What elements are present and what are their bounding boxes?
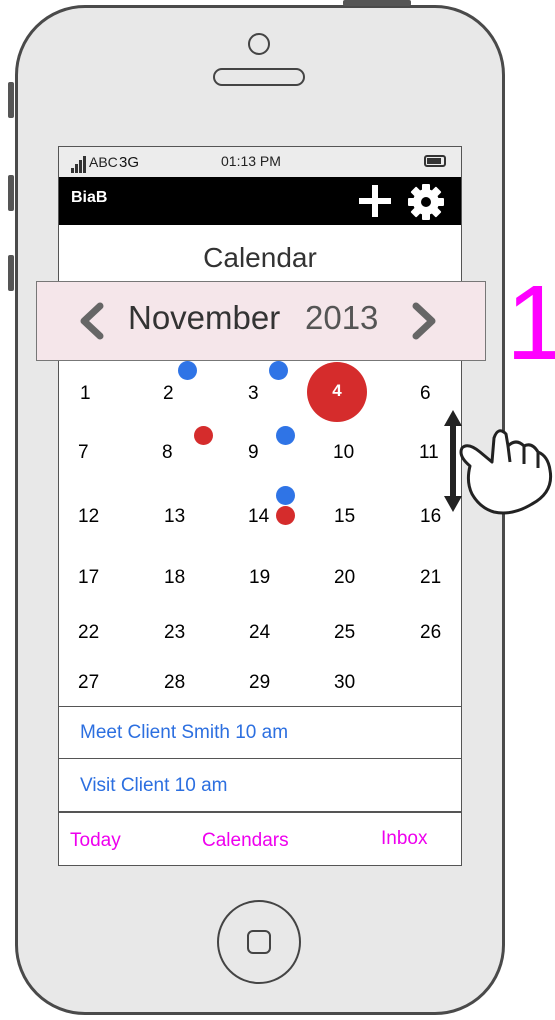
event-title: Visit Client 10 am [80, 775, 228, 796]
event-dot-blue [276, 426, 295, 445]
calendar-day[interactable]: 3 [248, 383, 259, 405]
calendar-day[interactable]: 26 [420, 622, 441, 644]
signal-bar [79, 160, 82, 173]
signal-bar [75, 164, 78, 173]
calendar-day[interactable]: 15 [334, 506, 355, 528]
status-bar: ABC 3G 01:13 PM [59, 147, 461, 177]
status-time: 01:13 PM [221, 153, 281, 169]
event-dot-blue [276, 486, 295, 505]
plus-icon[interactable] [357, 183, 393, 219]
calendar-day[interactable]: 30 [334, 672, 355, 694]
calendar-day[interactable]: 29 [249, 672, 270, 694]
calendar-day[interactable]: 25 [334, 622, 355, 644]
calendar-day[interactable]: 22 [78, 622, 99, 644]
calendar-day[interactable]: 2 [163, 383, 174, 405]
signal-bar [71, 168, 74, 173]
volume-down-button [8, 255, 14, 291]
tab-calendars[interactable]: Calendars [202, 830, 289, 852]
next-month-chevron-icon[interactable] [408, 302, 440, 340]
selected-day-number: 4 [332, 381, 342, 400]
calendar-day[interactable]: 17 [78, 567, 99, 589]
event-list-item[interactable]: Meet Client Smith 10 am [58, 706, 462, 758]
calendar-day[interactable]: 28 [164, 672, 185, 694]
tab-today[interactable]: Today [70, 830, 121, 852]
calendar-title: Calendar [203, 242, 317, 273]
network-label: 3G [119, 154, 140, 171]
event-dot-blue [269, 361, 288, 380]
calendar-day[interactable]: 7 [78, 442, 89, 464]
calendar-day[interactable]: 21 [420, 567, 441, 589]
front-camera [248, 33, 270, 55]
silent-switch [8, 82, 14, 118]
calendar-day[interactable]: 6 [420, 383, 431, 405]
calendar-day[interactable]: 24 [249, 622, 270, 644]
year-label: 2013 [305, 299, 379, 336]
calendar-day[interactable]: 27 [78, 672, 99, 694]
volume-up-button [8, 175, 14, 211]
month-label: November [128, 299, 281, 336]
home-square-icon [247, 930, 271, 954]
event-list-item[interactable]: Visit Client 10 am [58, 758, 462, 810]
calendar-day[interactable]: 23 [164, 622, 185, 644]
battery-icon [424, 155, 446, 167]
event-dot-red [194, 426, 213, 445]
calendar-day[interactable]: 12 [78, 506, 99, 528]
calendar-day[interactable]: 18 [164, 567, 185, 589]
calendar-day[interactable]: 13 [164, 506, 185, 528]
previous-month-chevron-icon[interactable] [76, 302, 108, 340]
gear-icon[interactable] [407, 183, 445, 221]
calendar-day[interactable]: 14 [248, 506, 269, 528]
calendar-day[interactable]: 1 [80, 383, 91, 405]
calendar-day[interactable]: 8 [162, 442, 173, 464]
signal-bar [83, 156, 86, 173]
power-button [343, 0, 411, 6]
event-dot-blue [178, 361, 197, 380]
carrier-label: ABC [89, 154, 118, 170]
app-title: BiaB [71, 189, 108, 206]
app-bar: BiaB [59, 177, 461, 225]
events-divider [58, 812, 462, 813]
swipe-up-down-hand-icon [444, 410, 553, 515]
event-title: Meet Client Smith 10 am [80, 722, 289, 743]
tab-inbox[interactable]: Inbox [381, 828, 427, 850]
earpiece-speaker [213, 68, 305, 86]
calendar-day[interactable]: 19 [249, 567, 270, 589]
calendar-day[interactable]: 10 [333, 442, 354, 464]
calendar-day[interactable]: 9 [248, 442, 259, 464]
annotation-number: 1 [506, 264, 555, 382]
event-dot-red [276, 506, 295, 525]
calendar-day[interactable]: 20 [334, 567, 355, 589]
